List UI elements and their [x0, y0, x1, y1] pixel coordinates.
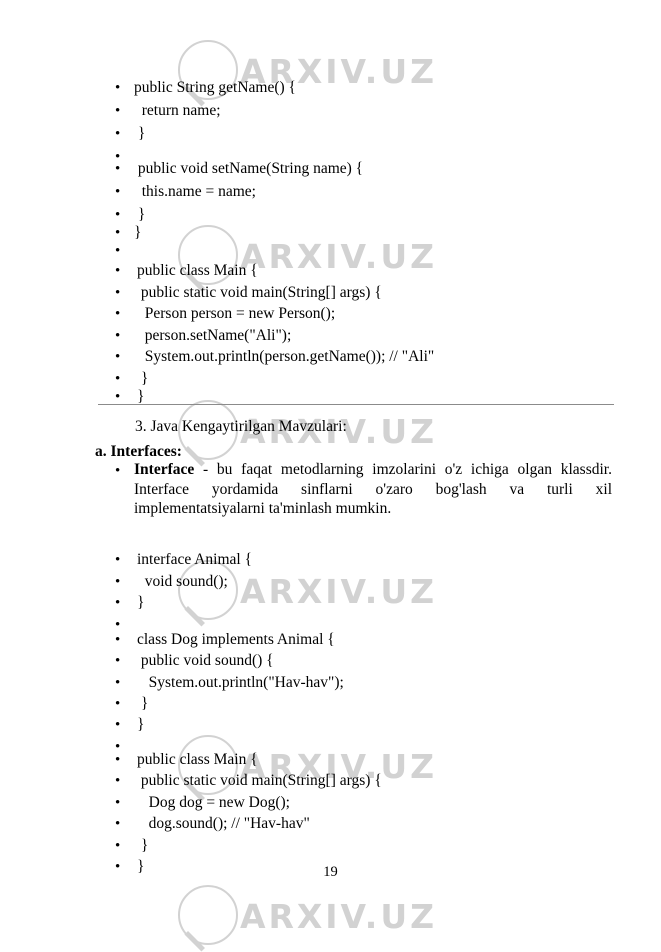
code-line-text: interface Animal {	[137, 551, 253, 568]
code-line-text: dog.sound(); // "Hav-hav"	[137, 815, 310, 832]
code-line-text: person.setName("Ali");	[137, 327, 292, 344]
code-line-text: public static void main(String[] args) {	[137, 284, 382, 301]
code-line-text: public void sound() {	[137, 652, 274, 669]
list-bullet-icon: •	[115, 773, 121, 789]
interface-description-paragraph: Interface - bu faqat metodlarning imzola…	[134, 460, 612, 519]
list-bullet-icon: •	[115, 838, 121, 854]
code-line-text: public void setName(String name) {	[134, 160, 364, 177]
list-bullet-icon: •	[115, 675, 121, 691]
code-line-text: this.name = name;	[134, 183, 256, 200]
code-line-text: public static void main(String[] args) {	[137, 772, 382, 789]
paragraph-body-text: - bu faqat metodlarning imzolarini o'z i…	[134, 461, 612, 517]
code-line-text: }	[137, 695, 149, 712]
list-bullet-icon: •	[115, 752, 121, 768]
list-bullet-icon: •	[115, 371, 121, 387]
code-line-text: }	[137, 594, 145, 611]
list-bullet-icon: •	[115, 574, 121, 590]
code-line-text: }	[134, 224, 142, 241]
list-bullet-icon: •	[115, 595, 121, 611]
list-bullet-icon: •	[115, 349, 121, 365]
code-line-text: return name;	[134, 102, 221, 119]
code-line-text: }	[137, 837, 149, 854]
list-bullet-icon: •	[115, 717, 121, 733]
list-bullet-icon: •	[115, 263, 121, 279]
code-line-text: void sound();	[137, 573, 228, 590]
section-divider	[98, 404, 614, 405]
list-bullet-icon: •	[115, 653, 121, 669]
list-bullet-icon: •	[115, 207, 121, 223]
paragraph-bullet-icon: •	[115, 463, 121, 479]
code-line-text: }	[134, 125, 146, 142]
code-line-text: Dog dog = new Dog();	[137, 794, 290, 811]
code-line-text: System.out.println("Hav-hav");	[137, 674, 344, 691]
code-line-text: }	[137, 370, 149, 387]
list-bullet-icon: •	[115, 126, 121, 142]
section-heading-number: 3. Java Kengaytirilgan Mavzulari:	[135, 418, 347, 435]
list-bullet-icon: •	[115, 285, 121, 301]
list-bullet-icon: •	[115, 696, 121, 712]
code-line-text: public class Main {	[137, 751, 258, 768]
paragraph-lead-term: Interface	[134, 461, 195, 478]
list-bullet-icon: •	[115, 243, 121, 259]
list-bullet-icon: •	[115, 103, 121, 119]
list-bullet-icon: •	[115, 225, 121, 241]
list-bullet-icon: •	[115, 328, 121, 344]
list-bullet-icon: •	[115, 795, 121, 811]
code-line-text: }	[137, 716, 145, 733]
list-bullet-icon: •	[115, 161, 121, 177]
page-number: 19	[323, 864, 338, 880]
code-line-text: Person person = new Person();	[137, 305, 336, 322]
section-heading-subtitle: a. Interfaces:	[95, 443, 182, 460]
code-line-text: public String getName() {	[134, 79, 296, 96]
code-line-text: public class Main {	[137, 262, 258, 279]
list-bullet-icon: •	[115, 632, 121, 648]
list-bullet-icon: •	[115, 552, 121, 568]
list-bullet-icon: •	[115, 306, 121, 322]
code-line-text: class Dog implements Animal {	[137, 631, 335, 648]
code-line-text: }	[134, 206, 146, 223]
code-line-text: System.out.println(person.getName()); //…	[137, 348, 435, 365]
list-bullet-icon: •	[115, 80, 121, 96]
list-bullet-icon: •	[115, 184, 121, 200]
list-bullet-icon: •	[115, 816, 121, 832]
